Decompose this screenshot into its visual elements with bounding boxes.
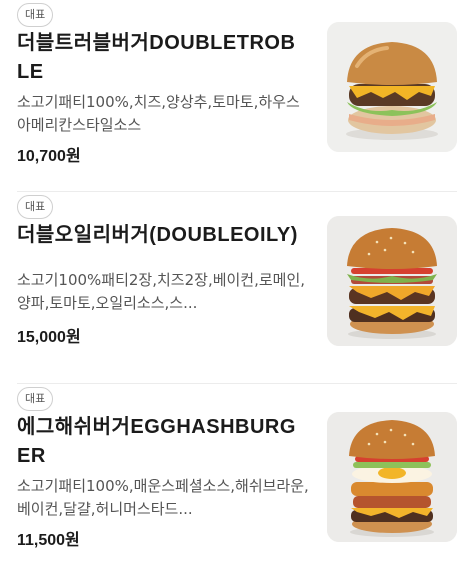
menu-item-price: 10,700원 (17, 148, 81, 165)
menu-item-description: 소고기100%패티2장,치즈2장,베이컨,로메인,양파,토마토,오일리소스,스.… (17, 271, 306, 312)
menu-item-description: 소고기패티100%,치즈,양상추,토마토,하우스아메리칸스타일소스 (17, 93, 300, 134)
menu-item-price: 11,500원 (17, 532, 80, 549)
signature-badge: 대표 (17, 3, 54, 27)
burger-photo-icon (327, 216, 457, 346)
burger-photo-icon (327, 22, 457, 152)
menu-item-description: 소고기패티100%,매운스페셜소스,해쉬브라운,베이컨,달걀,허니머스타드... (17, 477, 309, 518)
menu-item-name: 더블오일리버거(DOUBLEOILY) (17, 224, 298, 246)
menu-item[interactable]: 대표 에그해쉬버거EGGHASHBURGER 소고기패티100%,매운스페셜소스… (0, 384, 468, 574)
menu-item-image[interactable] (327, 22, 457, 152)
menu-item-price: 15,000원 (17, 329, 81, 346)
burger-photo-icon (327, 412, 457, 542)
menu-item[interactable]: 대표 더블트러블버거DOUBLETROBLE 소고기패티100%,치즈,양상추,… (0, 0, 468, 190)
menu-item[interactable]: 대표 더블오일리버거(DOUBLEOILY) 소고기100%패티2장,치즈2장,… (0, 192, 468, 382)
menu-item-image[interactable] (327, 216, 457, 346)
signature-badge: 대표 (17, 195, 54, 219)
menu-item-image[interactable] (327, 412, 457, 542)
signature-badge: 대표 (17, 387, 54, 411)
menu-item-name: 더블트러블버거DOUBLETROBLE (17, 32, 296, 83)
menu-list: 대표 더블트러블버거DOUBLETROBLE 소고기패티100%,치즈,양상추,… (0, 0, 468, 574)
menu-item-name: 에그해쉬버거EGGHASHBURGER (17, 416, 296, 467)
